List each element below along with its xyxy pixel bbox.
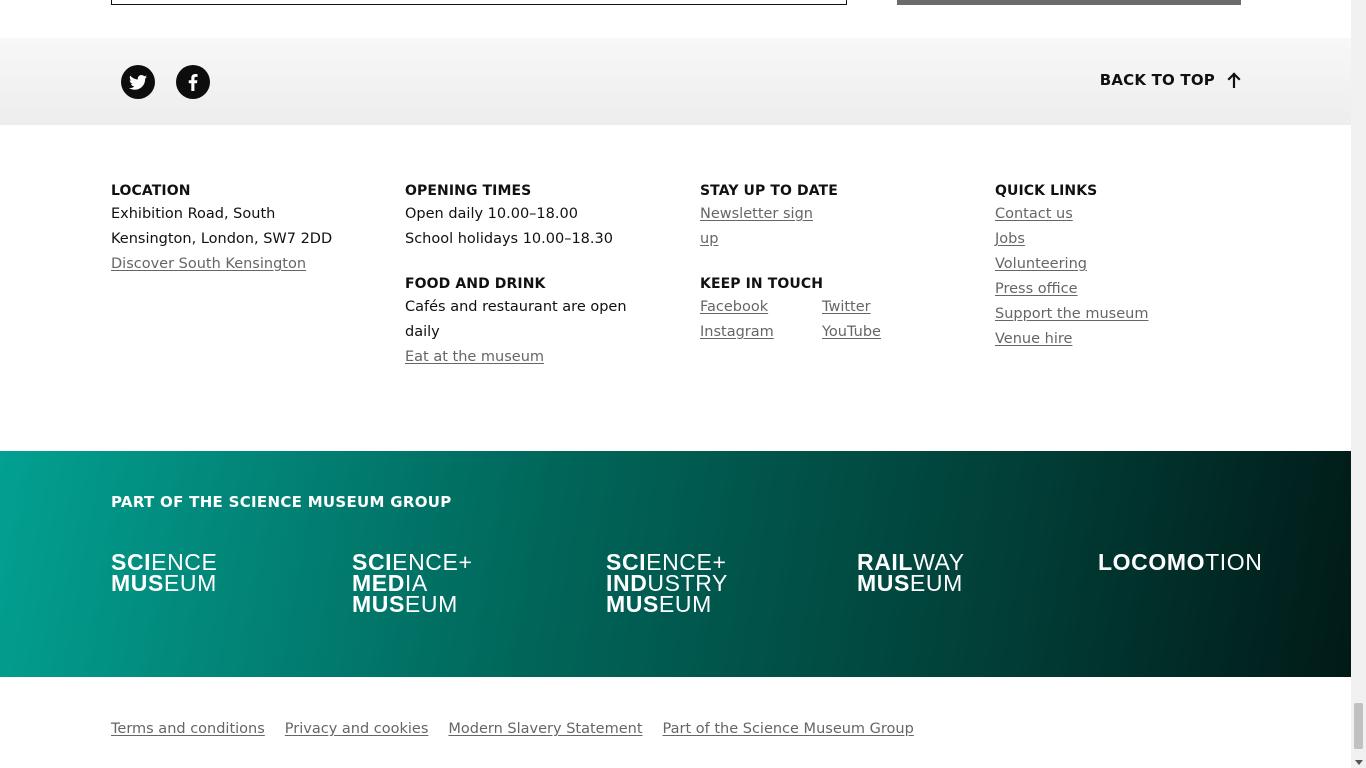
logo-text: MUS xyxy=(111,570,164,596)
logo-text: EUM xyxy=(909,570,963,596)
quick-heading: QUICK LINKS xyxy=(995,183,1098,199)
museum-group-band: PART OF THE SCIENCE MUSEUM GROUP SCIENCE… xyxy=(0,451,1351,677)
newsletter-link-line-2: up xyxy=(700,231,719,247)
food-line-1: Cafés and restaurant are open xyxy=(405,299,627,315)
opening-daily: Open daily 10.00–18.00 xyxy=(405,206,578,222)
twitter-link[interactable]: Twitter xyxy=(822,295,922,320)
newsletter-email-field[interactable] xyxy=(111,0,847,5)
support-the-museum-link[interactable]: Support the museum xyxy=(995,302,1230,327)
social-bar: BACK TO TOP xyxy=(0,38,1351,125)
discover-south-kensington-link[interactable]: Discover South Kensington xyxy=(111,252,346,277)
railway-museum-logo[interactable]: RAILWAY MUSEUM xyxy=(857,551,965,596)
location-heading: LOCATION xyxy=(111,183,191,199)
logo-text: TION xyxy=(1205,549,1263,575)
modern-slavery-link[interactable]: Modern Slavery Statement xyxy=(448,721,642,737)
stay-column: STAY UP TO DATE Newsletter sign up KEEP … xyxy=(700,180,935,345)
quick-links-column: QUICK LINKS Contact us Jobs Volunteering… xyxy=(995,180,1230,352)
back-to-top-button[interactable]: BACK TO TOP xyxy=(1100,71,1241,89)
scroll-down-arrow-icon[interactable] xyxy=(1355,760,1363,765)
scrollbar-thumb[interactable] xyxy=(1354,703,1363,749)
media-museum-logo[interactable]: SCIENCE+ MEDIA MUSEUM xyxy=(352,551,473,617)
logo-text: EUM xyxy=(404,591,458,617)
industry-museum-logo[interactable]: SCIENCE+ INDUSTRY MUSEUM xyxy=(606,551,728,617)
press-office-link[interactable]: Press office xyxy=(995,277,1230,302)
page-scrollbar[interactable] xyxy=(1351,0,1366,768)
terms-link[interactable]: Terms and conditions xyxy=(111,721,265,737)
science-museum-logo[interactable]: SCIENCE MUSEUM xyxy=(111,551,217,596)
volunteering-link[interactable]: Volunteering xyxy=(995,252,1230,277)
location-column: LOCATION Exhibition Road, South Kensingt… xyxy=(111,180,346,277)
newsletter-link[interactable]: Newsletter sign up xyxy=(700,202,825,252)
science-museum-group-link[interactable]: Part of the Science Museum Group xyxy=(663,721,914,737)
contact-us-link[interactable]: Contact us xyxy=(995,202,1230,227)
keep-heading: KEEP IN TOUCH xyxy=(700,276,824,292)
opening-heading: OPENING TIMES xyxy=(405,183,532,199)
logo-text: MUS xyxy=(606,591,659,617)
stay-heading: STAY UP TO DATE xyxy=(700,183,838,199)
keep-in-touch-section: KEEP IN TOUCH Facebook Twitter Instagram… xyxy=(700,273,935,345)
venue-hire-link[interactable]: Venue hire xyxy=(995,327,1230,352)
footer-info: LOCATION Exhibition Road, South Kensingt… xyxy=(111,180,1251,420)
food-section: FOOD AND DRINK Cafés and restaurant are … xyxy=(405,273,640,370)
opening-column: OPENING TIMES Open daily 10.00–18.00 Sch… xyxy=(405,180,640,370)
legal-links: Terms and conditions Privacy and cookies… xyxy=(111,721,934,737)
newsletter-link-line-1: Newsletter sign xyxy=(700,206,813,222)
page: BACK TO TOP LOCATION Exhibition Road, So… xyxy=(0,0,1351,768)
food-line-2: daily xyxy=(405,324,440,340)
twitter-icon[interactable] xyxy=(121,65,155,99)
privacy-link[interactable]: Privacy and cookies xyxy=(285,721,429,737)
facebook-link[interactable]: Facebook xyxy=(700,295,822,320)
facebook-icon[interactable] xyxy=(176,65,210,99)
instagram-link[interactable]: Instagram xyxy=(700,320,822,345)
jobs-link[interactable]: Jobs xyxy=(995,227,1230,252)
arrow-up-icon xyxy=(1227,72,1241,89)
social-links: Facebook Twitter Instagram YouTube xyxy=(700,295,935,345)
food-heading: FOOD AND DRINK xyxy=(405,276,546,292)
logo-text: EUM xyxy=(163,570,217,596)
logo-text: LOCOMO xyxy=(1098,549,1206,575)
newsletter-submit-button[interactable] xyxy=(897,0,1241,5)
locomotion-logo[interactable]: LOCOMOTION xyxy=(1098,549,1263,575)
location-line-1: Exhibition Road, South xyxy=(111,206,276,222)
eat-at-the-museum-link[interactable]: Eat at the museum xyxy=(405,345,640,370)
logo-text: MUS xyxy=(352,591,405,617)
location-line-2: Kensington, London, SW7 2DD xyxy=(111,231,333,247)
group-title: PART OF THE SCIENCE MUSEUM GROUP xyxy=(111,493,452,511)
logo-text: MUS xyxy=(857,570,910,596)
back-to-top-label: BACK TO TOP xyxy=(1099,71,1215,89)
logo-text: EUM xyxy=(658,591,712,617)
opening-holidays: School holidays 10.00–18.30 xyxy=(405,231,613,247)
youtube-link[interactable]: YouTube xyxy=(822,320,922,345)
